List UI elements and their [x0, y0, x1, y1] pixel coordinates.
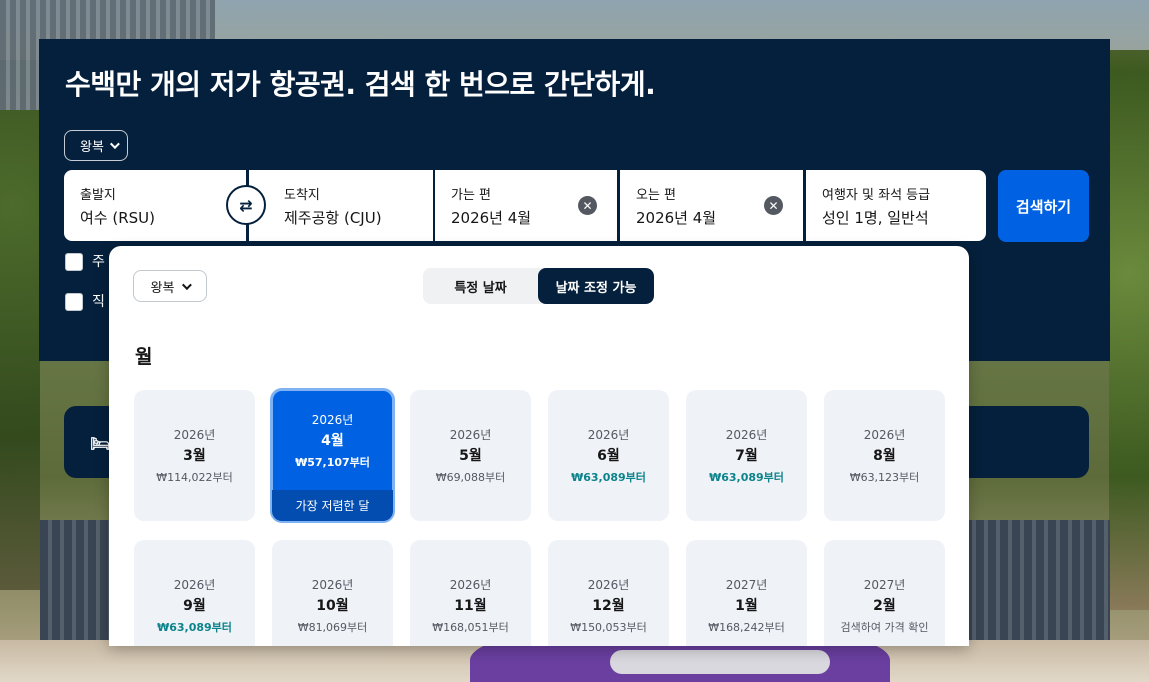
month-card-price: ₩81,069부터: [297, 621, 368, 634]
checkbox-direct[interactable]: [65, 293, 83, 311]
checkbox-nearby[interactable]: [65, 253, 83, 271]
month-card-price: ₩69,088부터: [435, 471, 506, 484]
month-heading: 월: [135, 346, 153, 368]
month-card-price: ₩57,107부터: [295, 456, 370, 469]
travellers-field[interactable]: 여행자 및 좌석 등급 성인 1명, 일반석: [806, 170, 986, 241]
checkbox-nearby-label: 주: [92, 254, 105, 270]
month-card-month: 12월: [592, 598, 625, 614]
month-card-year: 2027년: [863, 578, 906, 592]
destination-field[interactable]: 도착지 제주공항 (CJU): [249, 170, 433, 241]
month-card-month: 11월: [454, 598, 487, 614]
month-card[interactable]: 2026년 6월 ₩63,089부터: [548, 390, 669, 521]
return-field[interactable]: 오는 편 2026년 4월 ✕: [620, 170, 803, 241]
month-card-price: ₩168,242부터: [708, 621, 785, 634]
month-card-month: 9월: [183, 598, 206, 614]
search-button[interactable]: 검색하기: [998, 170, 1089, 242]
swap-arrows-icon: ⇄: [239, 195, 253, 215]
month-card-price: 검색하여 가격 확인: [840, 621, 929, 634]
month-card-month: 7월: [735, 448, 758, 464]
popup-trip-type-label: 왕복: [150, 280, 175, 296]
cheapest-month-badge: 가장 저렴한 달: [272, 490, 393, 521]
checkbox-direct-label: 직: [92, 294, 105, 310]
month-card-month: 3월: [183, 448, 206, 464]
chevron-down-icon: [182, 279, 193, 290]
month-card-price: ₩63,089부터: [709, 471, 784, 484]
trip-type-label: 왕복: [80, 140, 104, 155]
month-card-year: 2026년: [311, 413, 354, 427]
month-card[interactable]: 2026년 9월 ₩63,089부터: [134, 540, 255, 646]
clear-x-icon[interactable]: ✕: [764, 196, 783, 215]
month-card[interactable]: 2026년 10월 ₩81,069부터: [272, 540, 393, 646]
month-card-price: ₩168,051부터: [432, 621, 509, 634]
month-card-month: 4월: [321, 433, 344, 449]
month-card[interactable]: 2026년 3월 ₩114,022부터: [134, 390, 255, 521]
date-mode-toggle: 특정 날짜 날짜 조정 가능: [423, 268, 654, 304]
month-card-year: 2026년: [587, 428, 630, 442]
travellers-label: 여행자 및 좌석 등급: [822, 188, 931, 203]
month-card-price: ₩63,123부터: [849, 471, 920, 484]
month-card-price: ₩114,022부터: [156, 471, 233, 484]
trip-type-select[interactable]: 왕복: [64, 130, 128, 161]
month-card-year: 2026년: [311, 578, 354, 592]
chevron-down-icon: [109, 139, 120, 150]
swap-button[interactable]: ⇄: [226, 185, 266, 225]
clear-x-icon[interactable]: ✕: [578, 196, 597, 215]
popup-trip-type-select[interactable]: 왕복: [133, 270, 207, 302]
month-card-year: 2026년: [725, 428, 768, 442]
month-card-year: 2026년: [587, 578, 630, 592]
month-card-month: 5월: [459, 448, 482, 464]
month-card[interactable]: 2026년 11월 ₩168,051부터: [410, 540, 531, 646]
month-card-month: 8월: [873, 448, 896, 464]
month-card-year: 2026년: [449, 578, 492, 592]
month-card[interactable]: 2026년 7월 ₩63,089부터: [686, 390, 807, 521]
month-card[interactable]: 2027년 2월검색하여 가격 확인: [824, 540, 945, 646]
origin-value: 여수 (RSU): [80, 209, 155, 227]
month-card[interactable]: 2026년 8월 ₩63,123부터: [824, 390, 945, 521]
month-card-month: 2월: [873, 598, 896, 614]
month-card-month: 1월: [735, 598, 758, 614]
month-card[interactable]: 2026년 12월 ₩150,053부터: [548, 540, 669, 646]
travellers-value: 성인 1명, 일반석: [822, 209, 929, 227]
origin-label: 출발지: [80, 188, 116, 203]
tab-flexible-dates[interactable]: 날짜 조정 가능: [538, 268, 654, 304]
bed-icon: 🛏: [90, 434, 111, 453]
tab-specific-dates[interactable]: 특정 날짜: [423, 268, 538, 304]
month-card-month: 10월: [316, 598, 349, 614]
month-card-year: 2026년: [449, 428, 492, 442]
month-card[interactable]: 2026년 4월 ₩57,107부터가장 저렴한 달: [270, 388, 395, 523]
month-card-year: 2026년: [173, 578, 216, 592]
month-card-year: 2026년: [863, 428, 906, 442]
month-picker-popup: 왕복 특정 날짜 날짜 조정 가능 월 2026년 3월 ₩114,022부터 202…: [109, 246, 969, 646]
destination-label: 도착지: [284, 188, 320, 203]
month-card[interactable]: 2026년 5월 ₩69,088부터: [410, 390, 531, 521]
month-card[interactable]: 2027년 1월 ₩168,242부터: [686, 540, 807, 646]
destination-value: 제주공항 (CJU): [284, 209, 382, 227]
hero-title: 수백만 개의 저가 항공권. 검색 한 번으로 간단하게.: [65, 68, 656, 101]
month-card-price: ₩63,089부터: [571, 471, 646, 484]
month-card-price: ₩150,053부터: [570, 621, 647, 634]
month-card-month: 6월: [597, 448, 620, 464]
month-card-price: ₩63,089부터: [157, 621, 232, 634]
month-card-year: 2026년: [173, 428, 216, 442]
origin-field[interactable]: 출발지 여수 (RSU): [64, 170, 246, 241]
month-card-year: 2027년: [725, 578, 768, 592]
depart-field[interactable]: 가는 편 2026년 4월 ✕: [435, 170, 617, 241]
